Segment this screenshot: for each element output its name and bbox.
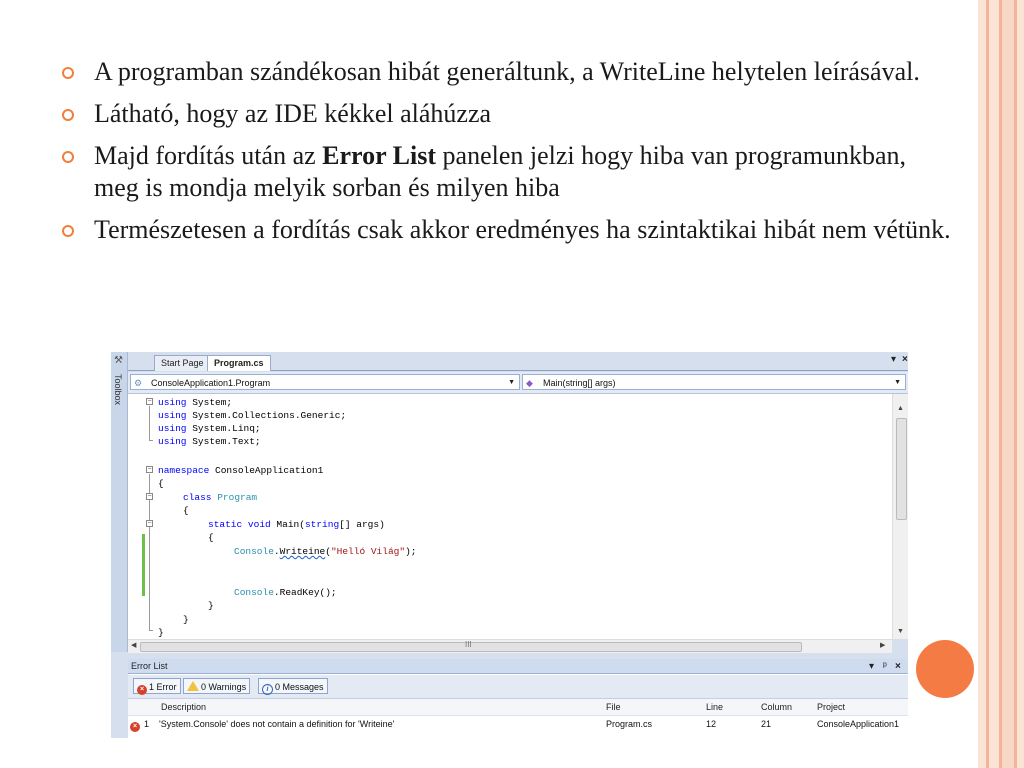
document-tabbar: Start Page Program.cs ▾ × <box>128 352 908 371</box>
code-line: class Program <box>183 492 258 503</box>
horizontal-scrollbar[interactable]: ◀ III ▶ <box>128 639 892 653</box>
errors-filter-button[interactable]: × 1 Error <box>133 678 181 695</box>
code-line: } <box>208 600 214 611</box>
chevron-down-icon: ▼ <box>894 379 901 386</box>
bullet-item: Majd fordítás után az Error List panelen… <box>62 140 924 204</box>
panel-dropdown-icon[interactable]: ▾ <box>869 659 874 674</box>
error-icon: × <box>130 716 142 732</box>
info-icon: i <box>262 684 273 695</box>
bold-term: Error List <box>322 141 437 170</box>
code-line: using System; <box>158 397 233 408</box>
code-line: using System.Collections.Generic; <box>158 410 347 421</box>
error-icon: × <box>137 685 147 695</box>
scroll-left-icon[interactable]: ◀ <box>131 641 136 649</box>
error-squiggle: Writeine <box>279 546 326 557</box>
code-line: } <box>158 627 164 638</box>
error-list-title: Error List ▾ ᵖ × <box>128 659 908 674</box>
code-line: using System.Text; <box>158 436 261 447</box>
scroll-grip: III <box>465 640 472 649</box>
code-line: } <box>183 614 189 625</box>
column-header[interactable]: Column <box>761 699 792 715</box>
error-filter-toolbar: × 1 Error 0 Warnings i0 Messages <box>128 675 908 699</box>
collapse-icon[interactable]: − <box>146 398 153 405</box>
table-row[interactable]: × 1 'System.Console' does not contain a … <box>128 716 908 732</box>
bullet-icon <box>62 67 74 79</box>
column-header[interactable]: Project <box>817 699 845 715</box>
messages-filter-button[interactable]: i0 Messages <box>258 678 328 695</box>
member-combo[interactable]: ◆ Main(string[] args) ▼ <box>522 374 906 390</box>
navigation-bar: ⚙ ConsoleApplication1.Program ▼ ◆ Main(s… <box>128 372 908 394</box>
bullet-item: A programban szándékosan hibát generáltu… <box>62 56 924 88</box>
collapse-icon[interactable]: − <box>146 466 153 473</box>
tab-close-icon[interactable]: × <box>902 354 908 365</box>
bullet-icon <box>62 109 74 121</box>
bullet-item: Természetesen a fordítás csak akkor ered… <box>62 214 974 246</box>
ide-screenshot: ⚒ Toolbox Start Page Program.cs ▾ × ⚙ Co… <box>111 352 908 738</box>
code-line: Console.ReadKey(); <box>234 587 337 598</box>
error-table-header: Description File Line Column Project <box>128 699 908 716</box>
toolbox-strip[interactable]: ⚒ Toolbox <box>111 352 128 652</box>
class-icon: ⚙ <box>134 378 143 388</box>
code-line: { <box>208 532 214 543</box>
code-line: { <box>183 505 189 516</box>
bullet-item: Látható, hogy az IDE kékkel aláhúzza <box>62 98 962 130</box>
warnings-filter-button[interactable]: 0 Warnings <box>183 678 251 694</box>
bullet-icon <box>62 151 74 163</box>
class-combo[interactable]: ⚙ ConsoleApplication1.Program ▼ <box>130 374 520 390</box>
code-editor[interactable]: − − − − using System; using System.Colle… <box>128 394 892 639</box>
warning-icon <box>187 681 199 691</box>
code-line: namespace ConsoleApplication1 <box>158 465 324 476</box>
collapse-icon[interactable]: − <box>146 493 153 500</box>
tab-start-page[interactable]: Start Page <box>154 355 211 371</box>
decorative-circle <box>916 640 974 698</box>
pin-icon[interactable]: ᵖ <box>883 659 887 674</box>
collapse-icon[interactable]: − <box>146 520 153 527</box>
scroll-right-icon[interactable]: ▶ <box>880 641 885 649</box>
code-line-error: Console.Writeine("Helló Világ"); <box>234 546 417 557</box>
vertical-scrollbar[interactable]: ▲ ▼ <box>892 394 908 639</box>
column-header[interactable]: Line <box>706 699 723 715</box>
bullet-icon <box>62 225 74 237</box>
tab-program-cs[interactable]: Program.cs <box>207 355 271 371</box>
tab-dropdown-icon[interactable]: ▾ <box>891 354 896 365</box>
panel-close-icon[interactable]: × <box>895 659 901 674</box>
scroll-down-icon[interactable]: ▼ <box>897 628 904 635</box>
chevron-down-icon: ▼ <box>508 379 515 386</box>
code-line: static void Main(string[] args) <box>208 519 385 530</box>
toolbox-label: Toolbox <box>113 374 123 406</box>
column-header[interactable]: Description <box>161 699 206 715</box>
code-line: using System.Linq; <box>158 423 261 434</box>
scroll-thumb[interactable] <box>896 418 907 520</box>
bullet-list: A programban szándékosan hibát generáltu… <box>62 56 962 256</box>
toolbox-icon: ⚒ <box>114 355 123 366</box>
change-indicator <box>142 534 145 596</box>
error-list-panel: Error List ▾ ᵖ × × 1 Error 0 Warnings i0 … <box>128 659 908 738</box>
column-header[interactable]: File <box>606 699 621 715</box>
decorative-stripes <box>978 0 1024 768</box>
scroll-up-icon[interactable]: ▲ <box>897 405 904 412</box>
code-line: { <box>158 478 164 489</box>
method-icon: ◆ <box>526 378 533 388</box>
